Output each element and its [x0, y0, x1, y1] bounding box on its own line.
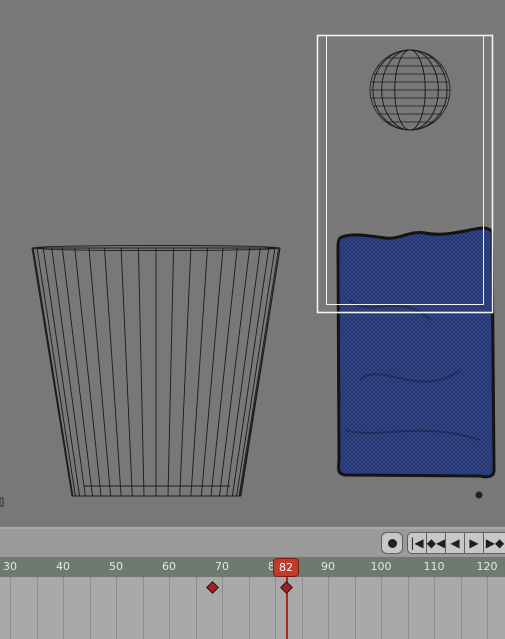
tick-label: 30 [3, 560, 17, 573]
gridline [143, 577, 144, 639]
sphere-wireframe[interactable] [369, 49, 451, 131]
tick-label: 100 [370, 560, 392, 573]
current-frame-indicator[interactable]: 82 [273, 558, 299, 577]
record-button[interactable] [381, 532, 403, 554]
fluid-mesh[interactable] [336, 226, 496, 499]
gridline [249, 577, 250, 639]
gridline [90, 577, 91, 639]
gridline [487, 577, 488, 639]
play-button[interactable]: ▶ [464, 532, 484, 554]
gridline [63, 577, 64, 639]
timeline-header: |◀ ◆◀ ◀ ▶ ▶◆ [0, 529, 505, 557]
gridline [328, 577, 329, 639]
tick-label: 70 [215, 560, 229, 573]
tick-label: 110 [423, 560, 445, 573]
gridline [355, 577, 356, 639]
jump-to-start-button[interactable]: |◀ [407, 532, 427, 554]
tick-label: 90 [321, 560, 335, 573]
next-keyframe-button[interactable]: ▶◆ [483, 532, 505, 554]
gridline [275, 577, 276, 639]
3d-viewport[interactable] [0, 0, 505, 527]
gridline [302, 577, 303, 639]
frame-ruler[interactable]: 30 40 50 60 70 80 90 100 110 120 82 [0, 557, 505, 577]
tick-label: 60 [162, 560, 176, 573]
gridline [37, 577, 38, 639]
play-reverse-icon: ◀ [450, 536, 460, 550]
gridline [461, 577, 462, 639]
tick-label: 50 [109, 560, 123, 573]
keyframe-track-area[interactable] [0, 577, 505, 639]
gridline [116, 577, 117, 639]
tick-label: 120 [476, 560, 498, 573]
gridline [196, 577, 197, 639]
record-icon [387, 538, 397, 548]
viewport-canvas [0, 34, 496, 507]
bucket-wireframe[interactable] [31, 245, 281, 497]
next-keyframe-icon: ▶◆ [485, 536, 505, 550]
gridline [10, 577, 11, 639]
viewport-corner-marker [0, 497, 4, 507]
play-reverse-button[interactable]: ◀ [445, 532, 465, 554]
play-icon: ▶ [469, 536, 479, 550]
gridline [381, 577, 382, 639]
prev-keyframe-icon: ◆◀ [426, 536, 446, 550]
gridline [434, 577, 435, 639]
gridline [408, 577, 409, 639]
jump-start-icon: |◀ [410, 536, 424, 550]
previous-keyframe-button[interactable]: ◆◀ [426, 532, 446, 554]
gridline [222, 577, 223, 639]
tick-label: 40 [56, 560, 70, 573]
gridline [169, 577, 170, 639]
